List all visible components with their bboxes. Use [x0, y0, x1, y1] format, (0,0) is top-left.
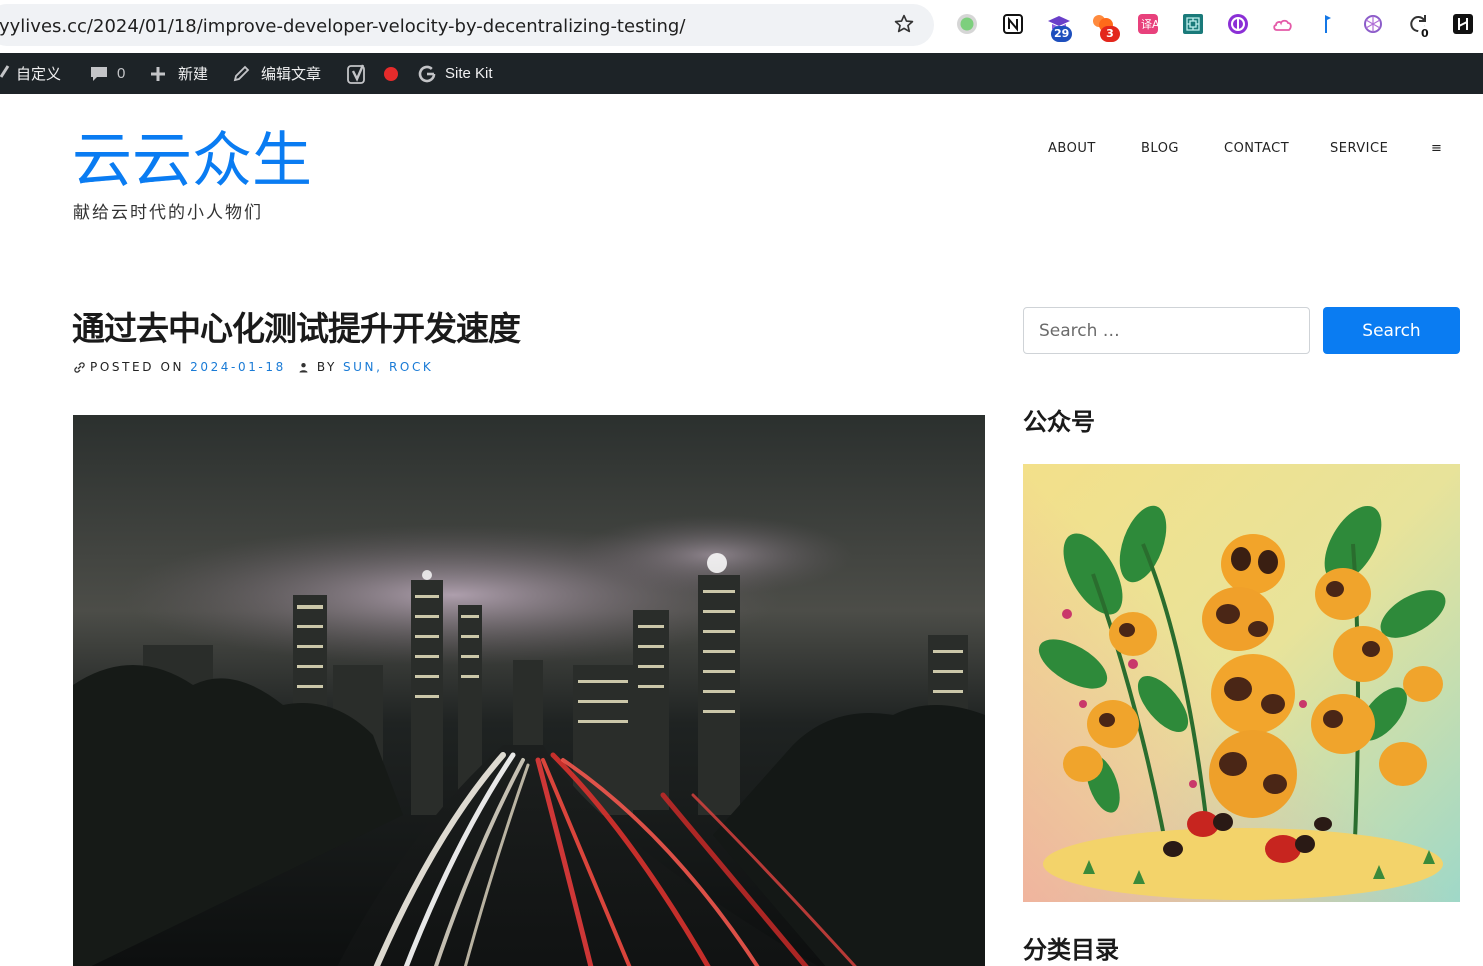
- google-g-icon: [418, 65, 436, 82]
- post-meta: POSTED ON 2024-01-18 BY SUN, ROCK: [73, 358, 433, 376]
- site-kit-button[interactable]: Site Kit: [417, 53, 493, 94]
- browser-toolbar: yylives.cc/2024/01/18/improve-developer-…: [0, 0, 1483, 53]
- menu-toggle-icon[interactable]: ≡: [1431, 141, 1442, 156]
- refresh-arrow-extension[interactable]: 0: [1406, 12, 1436, 44]
- url-text[interactable]: yylives.cc/2024/01/18/improve-developer-…: [0, 16, 685, 37]
- site-title[interactable]: 云云众生: [72, 124, 312, 198]
- post-author-links[interactable]: SUN, ROCK: [343, 360, 433, 374]
- translate-icon[interactable]: 译A: [1136, 12, 1160, 36]
- yoast-seo-button[interactable]: [347, 53, 399, 94]
- edit-post-label: 编辑文章: [261, 66, 322, 83]
- wechat-qr-image[interactable]: [1023, 464, 1460, 902]
- openai-icon[interactable]: [1361, 12, 1385, 36]
- extension-badge: 0: [1418, 26, 1432, 42]
- widget-title-categories: 分类目录: [1023, 936, 1119, 964]
- post-date-link[interactable]: 2024-01-18: [190, 360, 286, 374]
- user-icon: [299, 362, 308, 372]
- maze-icon[interactable]: [1181, 12, 1205, 36]
- customize-button[interactable]: 自定义: [0, 53, 61, 94]
- new-content-button[interactable]: 新建: [149, 53, 208, 94]
- ant-illustration-image: [1023, 464, 1460, 902]
- cloud-icon[interactable]: [1271, 12, 1295, 36]
- site-kit-label: Site Kit: [445, 65, 493, 82]
- nav-item-contact[interactable]: CONTACT: [1224, 141, 1289, 156]
- posted-on-label: POSTED ON: [90, 360, 185, 374]
- featured-image: [73, 415, 985, 966]
- by-label: BY: [316, 360, 337, 374]
- city-night-photo: [73, 415, 985, 966]
- nav-item-service[interactable]: SERVICE: [1330, 141, 1388, 156]
- comments-count: 0: [117, 65, 126, 82]
- comment-bubble-icon: [91, 66, 107, 81]
- purple-logo-icon[interactable]: [1226, 12, 1250, 36]
- wp-admin-bar: 自定义 0 新建 编辑文章 Site Kit: [0, 53, 1483, 94]
- widget-title-wechat: 公众号: [1023, 408, 1095, 436]
- bookmark-star-icon[interactable]: [893, 13, 915, 35]
- comments-button[interactable]: 0: [89, 53, 125, 94]
- link-icon: [74, 361, 85, 373]
- seo-status-dot-icon: [384, 66, 398, 81]
- extension-badge: 29: [1051, 26, 1073, 42]
- blue-flag-icon[interactable]: [1316, 12, 1340, 36]
- search-button[interactable]: Search: [1323, 307, 1460, 354]
- edit-post-button[interactable]: 编辑文章: [232, 53, 321, 94]
- new-label: 新建: [178, 66, 209, 83]
- orange-cluster-extension[interactable]: 3: [1091, 12, 1121, 44]
- brush-icon: [0, 64, 10, 78]
- address-bar[interactable]: yylives.cc/2024/01/18/improve-developer-…: [0, 4, 934, 46]
- graduation-cap-extension[interactable]: 29: [1047, 12, 1077, 44]
- yoast-icon: [347, 64, 365, 84]
- dark-square-icon[interactable]: [1451, 12, 1475, 36]
- svg-text:译A: 译A: [1141, 18, 1160, 31]
- notion-icon[interactable]: [1001, 12, 1025, 36]
- nav-item-blog[interactable]: BLOG: [1141, 141, 1179, 156]
- pencil-icon: [233, 65, 250, 81]
- customize-label: 自定义: [16, 66, 62, 83]
- search-input[interactable]: [1023, 307, 1310, 354]
- plus-icon: [151, 66, 165, 81]
- site-tagline: 献给云时代的小人物们: [73, 203, 263, 222]
- circle-extension-icon[interactable]: [955, 12, 979, 36]
- post-title: 通过去中心化测试提升开发速度: [72, 309, 521, 348]
- nav-item-about[interactable]: ABOUT: [1048, 141, 1096, 156]
- extension-badge: 3: [1100, 26, 1120, 42]
